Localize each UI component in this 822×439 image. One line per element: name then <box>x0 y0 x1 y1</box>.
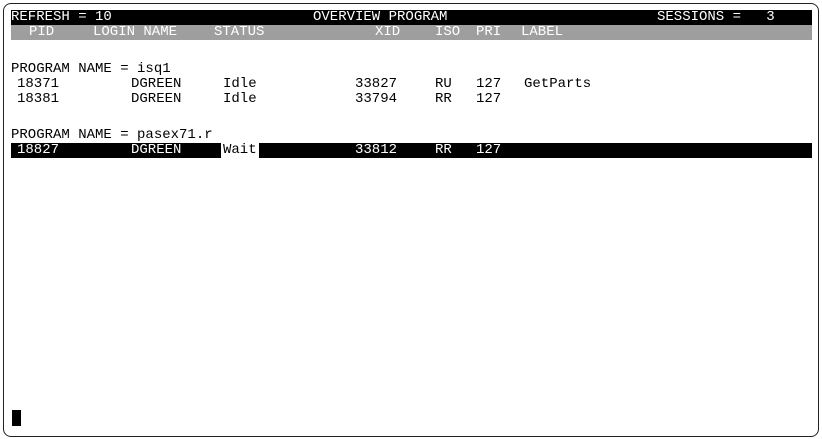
col-status: STATUS <box>214 24 265 40</box>
title-bar: REFRESH = 10 OVERVIEW PROGRAM SESSIONS =… <box>11 10 812 25</box>
row-iso: RU <box>435 76 452 92</box>
row-status: Idle <box>223 91 257 107</box>
row-pid: 18827 <box>17 142 60 158</box>
row-pid: 18381 <box>17 91 60 107</box>
row-login: DGREEN <box>131 91 182 107</box>
refresh-rate: REFRESH = 10 <box>11 9 112 25</box>
session-row[interactable]: 18371 DGREEN Idle 33827 RU 127 GetParts <box>11 77 812 92</box>
row-xid: 33794 <box>355 91 398 107</box>
row-label: GetParts <box>524 76 592 92</box>
program-group-title: PROGRAM NAME = isq1 <box>11 61 171 77</box>
row-iso: RR <box>435 142 452 158</box>
column-header: PID LOGIN NAME STATUS XID ISO PRI LABEL <box>11 25 812 40</box>
row-status: Idle <box>223 76 257 92</box>
col-label: LABEL <box>521 24 564 40</box>
col-pid: PID <box>29 24 55 40</box>
session-count: SESSIONS = 3 <box>657 9 775 25</box>
col-login-name: LOGIN NAME <box>93 24 178 40</box>
col-iso: ISO <box>435 24 461 40</box>
row-xid: 33827 <box>355 76 398 92</box>
row-pri: 127 <box>476 142 502 158</box>
row-xid: 33812 <box>355 142 398 158</box>
session-row[interactable]: 18381 DGREEN Idle 33794 RR 127 <box>11 92 812 107</box>
col-pri: PRI <box>476 24 502 40</box>
row-iso: RR <box>435 91 452 107</box>
program-group-title: PROGRAM NAME = pasex71.r <box>11 127 213 143</box>
row-pid: 18371 <box>17 76 60 92</box>
row-status: Wait <box>221 142 259 158</box>
row-pri: 127 <box>476 91 502 107</box>
row-login: DGREEN <box>131 76 182 92</box>
session-row-selected[interactable]: 18827 DGREEN Wait 33812 RR 127 <box>11 143 812 158</box>
terminal-screen: REFRESH = 10 OVERVIEW PROGRAM SESSIONS =… <box>3 3 819 437</box>
screen-title: OVERVIEW PROGRAM <box>313 9 448 25</box>
row-pri: 127 <box>476 76 502 92</box>
text-cursor <box>12 410 21 426</box>
row-login: DGREEN <box>131 142 182 158</box>
col-xid: XID <box>375 24 401 40</box>
